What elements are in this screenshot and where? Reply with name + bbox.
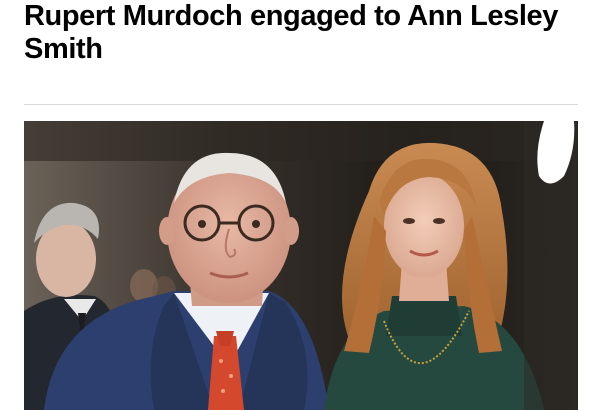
article-page: Rupert Murdoch engaged to Ann Lesley Smi…: [0, 0, 600, 410]
photo-illustration: [24, 121, 578, 410]
article-headline: Rupert Murdoch engaged to Ann Lesley Smi…: [24, 0, 558, 65]
article-photo: [24, 121, 578, 410]
divider: [24, 104, 578, 105]
